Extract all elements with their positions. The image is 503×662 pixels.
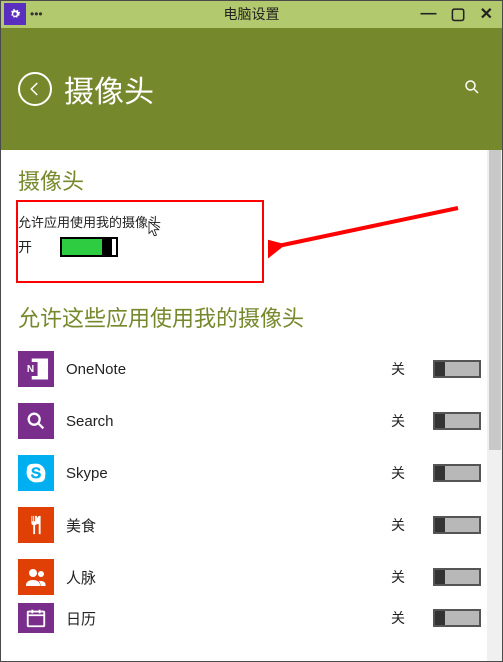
content-area: 摄像头 允许应用使用我的摄像头 开 允许这些应用使用我的摄像头 N OneNot… xyxy=(0,150,503,662)
app-state: 关 xyxy=(391,608,421,628)
allow-apps-toggle[interactable] xyxy=(60,237,118,257)
app-toggle[interactable] xyxy=(433,360,481,378)
list-item: N OneNote 关 xyxy=(18,343,485,395)
app-name: 人脉 xyxy=(66,567,379,588)
app-toggle[interactable] xyxy=(433,609,481,627)
section-title-camera: 摄像头 xyxy=(18,164,485,196)
overflow-icon[interactable]: ••• xyxy=(30,7,43,21)
svg-text:N: N xyxy=(27,364,34,375)
app-toggle[interactable] xyxy=(433,516,481,534)
minimize-button[interactable]: — xyxy=(420,5,436,23)
page-title: 摄像头 xyxy=(64,67,154,111)
app-name: Skype xyxy=(66,465,379,482)
section-title-apps: 允许这些应用使用我的摄像头 xyxy=(18,301,485,333)
list-item: Skype 关 xyxy=(18,447,485,499)
food-icon xyxy=(18,507,54,543)
app-name: Search xyxy=(66,413,379,430)
annotation-highlight-box: 允许应用使用我的摄像头 开 xyxy=(16,200,264,283)
allow-apps-state: 开 xyxy=(18,237,48,257)
app-state: 关 xyxy=(391,411,421,431)
page-header: 摄像头 xyxy=(0,28,503,150)
app-toggle[interactable] xyxy=(433,568,481,586)
app-toggle[interactable] xyxy=(433,464,481,482)
app-state: 关 xyxy=(391,359,421,379)
list-item: 日历 关 xyxy=(18,603,485,633)
list-item: 美食 关 xyxy=(18,499,485,551)
scrollbar[interactable] xyxy=(487,150,503,662)
list-item: Search 关 xyxy=(18,395,485,447)
close-button[interactable]: ✕ xyxy=(480,4,493,24)
skype-icon xyxy=(18,455,54,491)
calendar-icon xyxy=(18,603,54,633)
app-list: N OneNote 关 Search 关 Skype 关 xyxy=(18,343,485,633)
maximize-button[interactable]: ▢ xyxy=(450,4,465,24)
app-name: 美食 xyxy=(66,515,379,536)
people-icon xyxy=(18,559,54,595)
search-icon[interactable] xyxy=(463,78,481,101)
settings-gear-icon xyxy=(4,3,26,25)
onenote-icon: N xyxy=(18,351,54,387)
back-button[interactable] xyxy=(18,72,52,106)
titlebar: ••• 电脑设置 — ▢ ✕ xyxy=(0,0,503,28)
app-state: 关 xyxy=(391,567,421,587)
app-toggle[interactable] xyxy=(433,412,481,430)
app-name: 日历 xyxy=(66,608,379,629)
search-app-icon xyxy=(18,403,54,439)
window-title: 电脑设置 xyxy=(224,4,280,24)
app-state: 关 xyxy=(391,463,421,483)
app-state: 关 xyxy=(391,515,421,535)
allow-apps-label: 允许应用使用我的摄像头 xyxy=(18,212,252,231)
scrollbar-thumb[interactable] xyxy=(489,150,501,450)
app-name: OneNote xyxy=(66,361,379,378)
list-item: 人脉 关 xyxy=(18,551,485,603)
